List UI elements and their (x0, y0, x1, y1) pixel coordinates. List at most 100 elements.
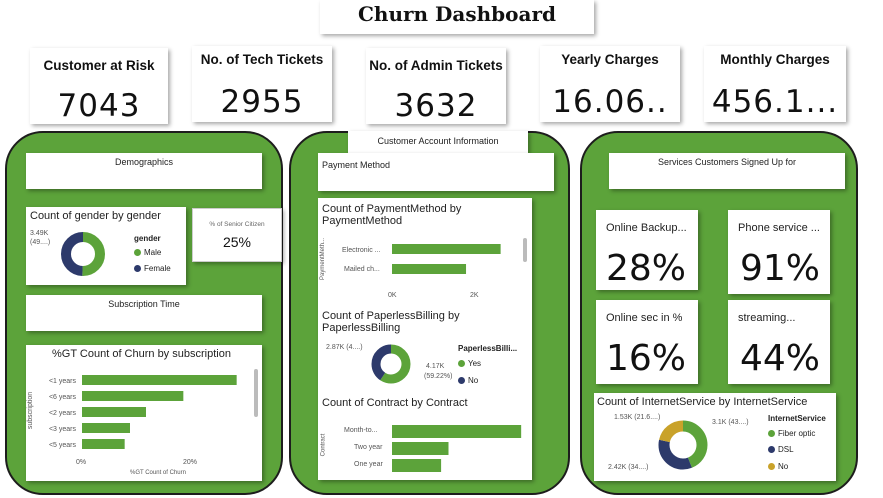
services-label: Services Customers Signed Up for (657, 157, 797, 167)
payment-method-label: Payment Method (322, 160, 391, 170)
label-bottom: 2.42K (34....) (608, 464, 649, 471)
contract-cat-0: Month-to... (344, 427, 378, 434)
kpi-value: 2955 (220, 84, 304, 120)
senior-value: 25% (222, 234, 252, 250)
bar--1-years[interactable] (82, 375, 237, 385)
kpi-title: Yearly Charges (561, 52, 659, 67)
paperless-right-label-2: (59.22%) (424, 373, 453, 380)
scrollbar[interactable] (254, 369, 258, 417)
bar--3-years[interactable] (82, 423, 130, 433)
legend-dsl: DSL (778, 445, 794, 454)
service-card-streaming[interactable]: streaming... 44% (728, 300, 830, 384)
label-top-left: 1.53K (21.6....) (614, 414, 661, 421)
service-value: 16% (606, 338, 687, 379)
subscription-chart[interactable]: %GT Count of Churn by subscription subsc… (26, 345, 262, 481)
service-value: 91% (740, 248, 821, 289)
account-charts[interactable]: Count of PaymentMethod by PaymentMethod … (318, 198, 532, 480)
service-title: Online Backup... (606, 222, 687, 234)
service-title: streaming... (738, 312, 796, 324)
service-card-phone[interactable]: Phone service ... 91% (728, 210, 830, 294)
gender-chart[interactable]: Count of gender by gender 3.49K (49....)… (26, 207, 186, 285)
legend-no: No (778, 462, 789, 471)
legend-yes: Yes (468, 359, 482, 368)
kpi-title: No. of Admin Tickets (369, 58, 503, 73)
bar-two-year[interactable] (392, 442, 449, 455)
kpi-card-customer-at-risk[interactable]: Customer at Risk 7043 (30, 48, 168, 124)
kpi-card-admin-tickets[interactable]: No. of Admin Tickets 3632 (366, 48, 506, 124)
subscription-label: Subscription Time (108, 299, 180, 309)
kpi-value: 3632 (394, 88, 478, 124)
paperless-left-label: 2.87K (4....) (326, 344, 363, 351)
legend-swatch-male (134, 249, 141, 256)
subscription-bars: <1 years <6 years <2 years <3 years <5 years (49, 375, 237, 449)
subscription-header: Subscription Time (26, 295, 262, 331)
demographics-label: Demographics (114, 157, 174, 167)
payment-method-header: Payment Method (318, 153, 554, 191)
paperless-chart-title: Count of PaperlessBilling by PaperlessBi… (322, 310, 460, 334)
legend-female: Female (144, 264, 171, 273)
account-bars (392, 244, 522, 472)
gender-donut (61, 232, 105, 276)
bar--6-years[interactable] (82, 391, 184, 401)
demographics-header: Demographics (26, 153, 262, 189)
service-card-online-security[interactable]: Online sec in % 16% (596, 300, 698, 384)
bar-one-year[interactable] (392, 459, 442, 472)
legend-swatch-fiber (768, 430, 775, 437)
bar-month-to-[interactable] (392, 425, 522, 438)
legend-title: gender (134, 234, 161, 243)
kpi-card-yearly-charges[interactable]: Yearly Charges 16.06.. (540, 46, 680, 122)
scrollbar[interactable] (523, 238, 527, 262)
paperless-legend-title: PaperlessBilli... (458, 344, 518, 353)
kpi-value: 16.06.. (552, 84, 668, 120)
legend-swatch-yes (458, 360, 465, 367)
account-header-label: Customer Account Information (377, 136, 499, 146)
service-value: 28% (606, 248, 687, 289)
contract-cat-2: One year (354, 461, 383, 468)
legend-swatch-dsl (768, 446, 775, 453)
kpi-value: 7043 (57, 88, 141, 124)
category-label: <1 years (49, 378, 77, 385)
paperless-right-label-1: 4.17K (426, 363, 445, 370)
kpi-card-monthly-charges[interactable]: Monthly Charges 456.1... (704, 46, 846, 122)
service-title: Online sec in % (606, 312, 683, 324)
chart-title: Count of InternetService by InternetServ… (597, 396, 808, 408)
bar--2-years[interactable] (82, 407, 146, 417)
x-tick-0: 0% (76, 459, 87, 466)
internet-donut (658, 420, 708, 470)
legend-swatch-no (458, 377, 465, 384)
chart-title: Count of gender by gender (30, 210, 161, 222)
kpi-title: Customer at Risk (43, 58, 155, 73)
bar-electronic-[interactable] (392, 244, 501, 254)
bar--5-years[interactable] (82, 439, 125, 449)
internet-service-chart[interactable]: Count of InternetService by InternetServ… (594, 393, 836, 481)
data-label: 3.49K (49....) (30, 230, 51, 246)
senior-label: % of Senior Citizen (209, 221, 265, 228)
contract-y-label: Contract (320, 433, 327, 457)
category-label: <6 years (49, 394, 77, 401)
service-card-online-backup[interactable]: Online Backup... 28% (596, 210, 698, 290)
legend-male: Male (144, 248, 162, 257)
service-value: 44% (740, 338, 821, 379)
legend-swatch-no (768, 463, 775, 470)
kpi-card-tech-tickets[interactable]: No. of Tech Tickets 2955 (192, 46, 332, 122)
senior-citizen-card[interactable]: % of Senior Citizen 25% (192, 208, 282, 262)
category-label: <3 years (49, 426, 77, 433)
legend-fiber: Fiber optic (778, 429, 816, 438)
category-label: <2 years (49, 410, 77, 417)
x-axis-label: %GT Count of Churn (130, 470, 186, 476)
x-tick-20: 20% (183, 459, 198, 466)
kpi-value: 456.1... (711, 84, 839, 120)
legend-no: No (468, 376, 479, 385)
page-title: Churn Dashboard (358, 2, 556, 26)
kpi-title: Monthly Charges (720, 52, 830, 67)
contract-cat-1: Two year (354, 444, 383, 451)
category-label: <5 years (49, 442, 77, 449)
service-title: Phone service ... (738, 222, 820, 234)
account-header: Customer Account Information (348, 131, 528, 153)
label-top-right: 3.1K (43....) (712, 419, 749, 426)
legend-swatch-female (134, 265, 141, 272)
paperless-donut (371, 344, 411, 384)
contract-chart-title: Count of Contract by Contract (322, 397, 468, 409)
bar-mailed-ch-[interactable] (392, 264, 467, 274)
legend-title: InternetService (768, 414, 826, 423)
